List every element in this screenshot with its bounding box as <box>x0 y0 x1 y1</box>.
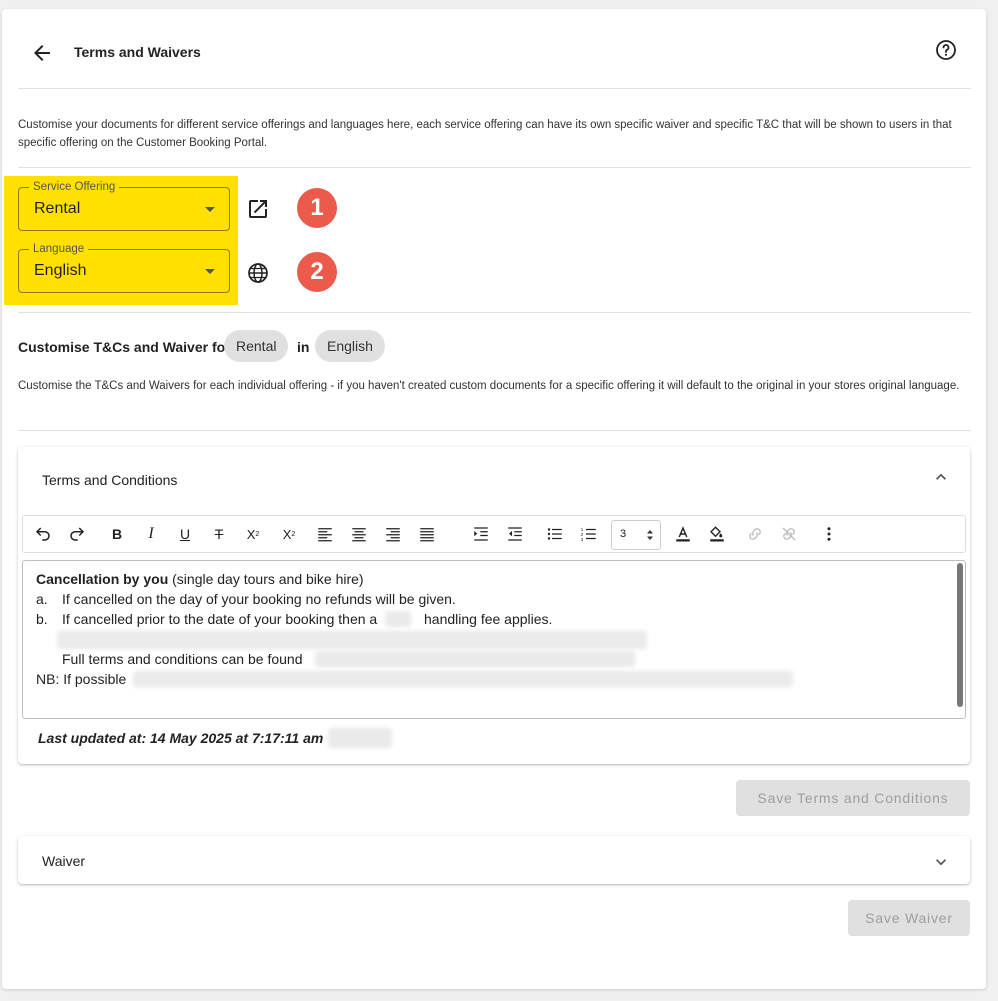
redacted-region <box>57 631 647 649</box>
intro-description: Customise your documents for different s… <box>18 119 952 149</box>
globe-icon[interactable] <box>246 261 270 285</box>
annotation-badge-1: 1 <box>297 188 337 228</box>
font-size-stepper[interactable]: 3 <box>611 520 661 550</box>
last-updated-text: Last updated at: 14 May 2025 at 7:17:11 … <box>38 730 324 746</box>
divider <box>18 312 971 313</box>
align-left-icon[interactable] <box>315 524 335 544</box>
align-right-icon[interactable] <box>383 524 403 544</box>
bullet-list-icon[interactable] <box>545 524 565 544</box>
editor-item-b: b. If cancelled prior to the date of you… <box>36 609 552 629</box>
save-waiver-button[interactable]: Save Waiver <box>848 900 970 936</box>
item-b-prefix: If cancelled prior to the date of your b… <box>62 611 378 627</box>
open-in-new-icon[interactable] <box>246 197 270 221</box>
text-color-icon[interactable] <box>673 524 693 544</box>
terms-waivers-card: Terms and Waivers Customise your documen… <box>2 9 986 989</box>
subscript-icon[interactable]: X2 <box>243 524 263 544</box>
terms-panel-title: Terms and Conditions <box>42 472 178 488</box>
align-center-icon[interactable] <box>349 524 369 544</box>
redacted-region <box>385 611 411 627</box>
editor-scrollbar[interactable] <box>957 563 963 707</box>
chevron-up-icon[interactable] <box>931 467 951 487</box>
underline-icon[interactable]: U <box>175 524 195 544</box>
stepper-arrows-icon <box>646 528 654 542</box>
redacted-region <box>133 671 793 687</box>
item-a-marker: a. <box>36 591 48 607</box>
indent-icon[interactable] <box>471 524 491 544</box>
bold-icon[interactable]: B <box>107 524 127 544</box>
editor-nb: NB: If possible <box>36 671 127 687</box>
superscript-icon[interactable]: X2 <box>279 524 299 544</box>
language-value: English <box>34 262 87 279</box>
divider <box>18 430 971 431</box>
customise-description: Customise the T&Cs and Waivers for each … <box>18 380 960 392</box>
waiver-panel[interactable] <box>18 836 970 884</box>
undo-icon[interactable] <box>33 524 53 544</box>
offering-chip: Rental <box>224 330 289 362</box>
dropdown-caret-icon <box>205 269 215 274</box>
page-title: Terms and Waivers <box>74 44 201 60</box>
item-b-suffix: handling fee applies. <box>424 611 553 627</box>
customise-heading: Customise T&Cs and Waiver for <box>18 339 231 355</box>
editor-toolbar: B I U T X2 X2 123 3 <box>22 515 966 553</box>
numbered-list-icon[interactable]: 123 <box>579 524 599 544</box>
service-offering-label: Service Offering <box>29 180 120 194</box>
align-justify-icon[interactable] <box>417 524 437 544</box>
item-b-marker: b. <box>36 611 48 627</box>
service-offering-select[interactable]: Service Offering Rental <box>18 180 230 231</box>
font-size-value: 3 <box>620 528 627 540</box>
editor-heading-line: Cancellation by you (single day tours an… <box>36 569 364 589</box>
language-chip: English <box>315 330 385 362</box>
waiver-panel-title: Waiver <box>42 853 86 869</box>
divider <box>18 167 971 168</box>
dropdown-caret-icon <box>205 207 215 212</box>
language-label: Language <box>29 242 89 256</box>
service-offering-value: Rental <box>34 200 81 217</box>
unlink-icon[interactable] <box>779 524 799 544</box>
editor-heading-rest: (single day tours and bike hire) <box>168 571 364 587</box>
customise-connector: in <box>297 339 310 355</box>
strikethrough-icon[interactable]: T <box>209 524 229 544</box>
outdent-icon[interactable] <box>505 524 525 544</box>
annotation-badge-2: 2 <box>297 252 337 292</box>
highlight-color-icon[interactable] <box>707 524 727 544</box>
more-vertical-icon[interactable] <box>819 524 839 544</box>
language-select[interactable]: Language English <box>18 242 230 293</box>
item-a-text: If cancelled on the day of your booking … <box>62 591 456 607</box>
save-terms-button[interactable]: Save Terms and Conditions <box>736 780 970 816</box>
italic-icon[interactable]: I <box>141 524 161 544</box>
redacted-region <box>328 728 392 748</box>
terms-editor[interactable]: Cancellation by you (single day tours an… <box>22 560 966 719</box>
editor-full-terms: Full terms and conditions can be found <box>62 651 303 667</box>
help-circle-icon[interactable] <box>934 38 958 62</box>
redo-icon[interactable] <box>67 524 87 544</box>
svg-text:3: 3 <box>581 537 584 542</box>
divider <box>18 88 971 89</box>
chevron-down-icon[interactable] <box>931 852 951 872</box>
editor-heading-bold: Cancellation by you <box>36 571 169 587</box>
editor-item-a: a. If cancelled on the day of your booki… <box>36 589 456 609</box>
arrow-left-icon[interactable] <box>30 41 54 65</box>
link-icon[interactable] <box>745 524 765 544</box>
redacted-region <box>315 651 635 667</box>
